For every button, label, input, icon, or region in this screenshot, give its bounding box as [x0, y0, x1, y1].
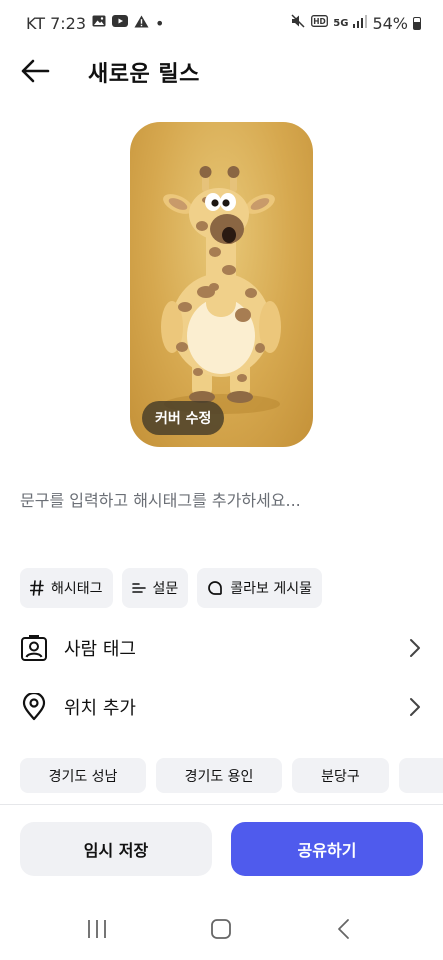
collab-chip[interactable]: 콜라보 게시물: [197, 568, 323, 608]
recent-apps-icon[interactable]: [86, 918, 108, 944]
location-chip[interactable]: [399, 758, 443, 793]
system-nav-bar: [0, 900, 443, 960]
poll-chip-label: 설문: [152, 581, 179, 597]
poll-icon: [131, 581, 146, 595]
share-button[interactable]: 공유하기: [231, 822, 423, 876]
add-location-row[interactable]: 위치 추가: [0, 679, 443, 735]
caption-input[interactable]: 문구를 입력하고 해시태그를 추가하세요...: [20, 487, 420, 511]
tag-people-icon: [20, 634, 48, 662]
reel-cover-preview[interactable]: 커버 수정: [130, 122, 313, 447]
hash-icon: [30, 580, 44, 596]
add-location-label: 위치 추가: [64, 698, 136, 719]
location-chip[interactable]: 분당구: [292, 758, 389, 793]
collab-chip-label: 콜라보 게시물: [230, 581, 313, 597]
post-option-chips: 해시태그 설문 콜라보 게시물: [20, 568, 323, 608]
location-chip[interactable]: 경기도 용인: [156, 758, 282, 793]
battery-percent: 54%: [372, 13, 408, 33]
hashtag-chip-label: 해시태그: [51, 581, 103, 597]
hashtag-chip[interactable]: 해시태그: [20, 568, 113, 608]
gallery-icon: [92, 15, 106, 31]
network-label: 5G: [333, 17, 349, 29]
tag-people-label: 사람 태그: [64, 639, 136, 660]
mute-icon: [291, 14, 306, 32]
carrier-time: KT 7:23: [26, 13, 87, 33]
nav-back-icon[interactable]: [336, 918, 352, 944]
app-header: 새로운 릴스: [0, 48, 443, 94]
location-chip[interactable]: 경기도 성남: [20, 758, 146, 793]
status-dot: •: [155, 13, 165, 33]
hd-icon: HD: [311, 15, 329, 31]
battery-icon: [413, 16, 421, 30]
signal-icon: [353, 14, 368, 32]
svg-text:HD: HD: [314, 17, 327, 26]
status-right: HD 5G 54%: [291, 14, 421, 33]
youtube-icon: [112, 15, 129, 31]
tag-people-row[interactable]: 사람 태그: [0, 620, 443, 676]
back-button[interactable]: [18, 54, 52, 88]
status-left: KT 7:23 •: [26, 14, 164, 33]
chevron-right-icon: [409, 697, 421, 721]
home-icon[interactable]: [210, 918, 232, 944]
chevron-right-icon: [409, 638, 421, 662]
poll-chip[interactable]: 설문: [121, 568, 189, 608]
arrow-left-icon: [21, 59, 50, 83]
page-title: 새로운 릴스: [88, 62, 200, 87]
save-draft-button[interactable]: 임시 저장: [20, 822, 212, 876]
collab-icon: [207, 580, 223, 596]
divider: [0, 804, 443, 805]
warning-icon: [134, 15, 149, 32]
location-pin-icon: [20, 693, 48, 721]
status-bar: KT 7:23 • HD 5G 54%: [0, 0, 443, 46]
edit-cover-button[interactable]: 커버 수정: [142, 401, 225, 435]
location-suggestions: 경기도 성남 경기도 용인 분당구: [20, 758, 443, 793]
giraffe-thumbnail: [161, 166, 281, 414]
